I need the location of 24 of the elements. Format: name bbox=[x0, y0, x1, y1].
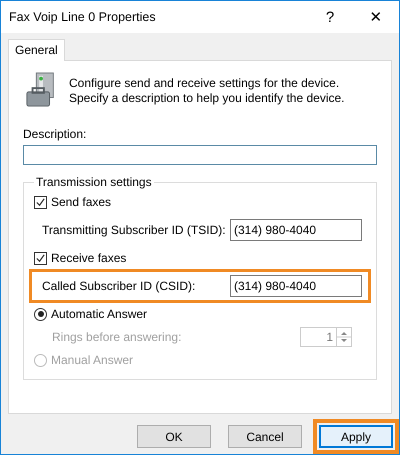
tab[interactable]: General bbox=[8, 39, 65, 61]
checkbox[interactable] bbox=[34, 252, 47, 264]
dialog-button[interactable]: OK bbox=[137, 425, 211, 448]
close-button[interactable]: ✕ bbox=[353, 1, 399, 33]
dialog-button[interactable]: Cancel bbox=[228, 425, 302, 448]
intro-text: Configure send and receive settings for the device. bbox=[69, 76, 340, 90]
radio-label: Automatic Answer bbox=[51, 307, 148, 321]
tsid-field[interactable]: (314) 980-4040 bbox=[230, 219, 362, 241]
intro-text: Specify a description to help you identify the device. bbox=[69, 90, 344, 104]
dialog-button[interactable]: Apply bbox=[319, 425, 393, 448]
rings-label: Rings before answering: bbox=[52, 330, 182, 344]
description-label: Description: bbox=[23, 127, 88, 141]
radio-label: Manual Answer bbox=[51, 353, 134, 367]
window-title: Fax Voip Line 0 Properties bbox=[9, 10, 157, 24]
csid-label: Called Subscriber ID (CSID): bbox=[42, 279, 196, 293]
radio-button[interactable] bbox=[34, 308, 47, 320]
tsid-label: Transmitting Subscriber ID (TSID): bbox=[42, 223, 226, 237]
description-field[interactable] bbox=[23, 145, 377, 165]
checkbox-label: Receive faxes bbox=[51, 251, 126, 265]
group-title: Transmission settings bbox=[35, 175, 153, 189]
checkbox[interactable] bbox=[34, 196, 47, 208]
csid-field[interactable]: (314) 980-4040 bbox=[230, 275, 362, 297]
help-button[interactable]: ? bbox=[307, 1, 353, 33]
checkbox-label: Send faxes bbox=[51, 195, 112, 209]
